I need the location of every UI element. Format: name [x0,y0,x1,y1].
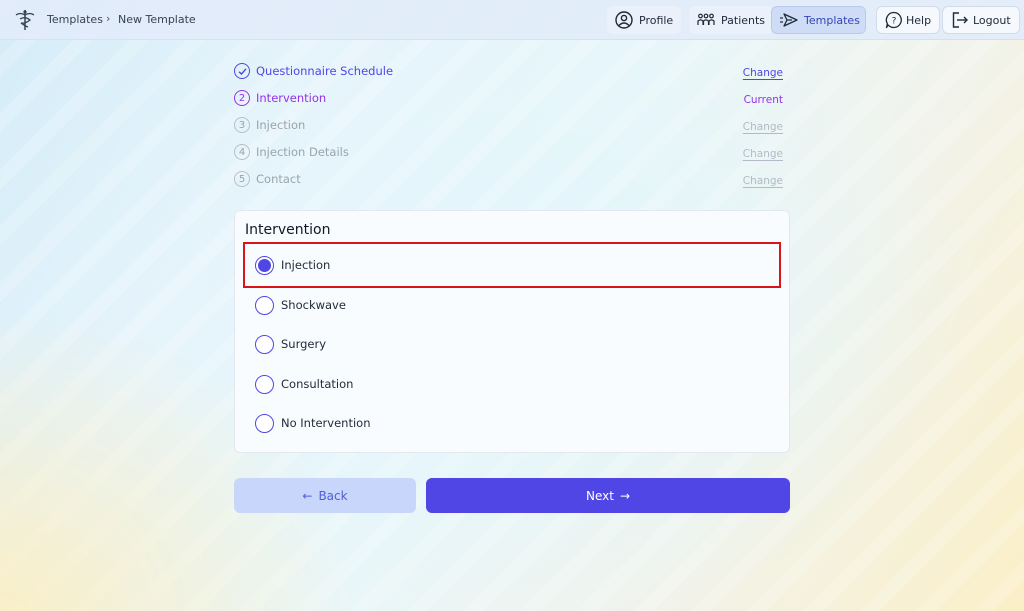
radio-button[interactable] [255,295,274,315]
option-label: No Intervention [281,416,371,430]
back-button[interactable]: ← Back [234,478,416,513]
radio-button[interactable] [255,334,274,354]
nav-patients-label: Patients [721,13,766,27]
step-injection-details: 4 Injection Details [234,143,349,161]
people-group-icon [697,13,715,25]
svg-text:?: ? [892,17,897,27]
back-button-label: Back [318,488,348,503]
step-intervention-status: Current [743,94,783,106]
radio-button[interactable] [255,374,274,394]
step-injection: 3 Injection [234,116,305,134]
step-contact: 5 Contact [234,170,301,188]
step-label: Intervention [256,91,327,105]
step-questionnaire-change-link[interactable]: Change [743,67,783,79]
nav-templates-label: Templates [804,13,860,27]
nav-profile-button[interactable]: Profile [607,6,682,34]
breadcrumb-templates[interactable]: Templates [47,13,103,26]
step-number: 4 [234,144,250,160]
step-label: Injection [256,118,306,132]
nav-logout-button[interactable]: Logout [942,6,1020,34]
next-button[interactable]: Next → [426,478,790,513]
intervention-card: Intervention Injection Shockwave Surgery… [234,210,790,453]
step-number: 2 [234,90,250,106]
arrow-left-icon: ← [302,488,313,503]
radio-button[interactable] [255,413,274,433]
breadcrumb-separator: › [106,12,111,25]
step-number: 5 [234,171,250,187]
step-contact-change-link: Change [742,175,783,187]
option-label: Surgery [281,337,327,351]
logout-icon [952,12,968,28]
top-navigation-bar: Templates › New Template Profile Patient… [0,0,1024,40]
check-icon [234,63,250,79]
card-title: Intervention [245,222,331,238]
radio-button-checked[interactable] [255,255,274,275]
step-label: Questionnaire Schedule [256,64,394,78]
help-bubble-icon: ? [885,11,902,29]
caduceus-logo-icon[interactable] [14,9,36,31]
option-label: Shockwave [281,298,346,312]
step-label: Contact [256,172,301,186]
option-no-intervention[interactable]: No Intervention [243,400,781,446]
nav-logout-label: Logout [973,13,1011,27]
step-number: 3 [234,117,250,133]
breadcrumb-new-template: New Template [118,13,196,26]
nav-templates-button[interactable]: Templates [771,6,866,34]
arrow-right-icon: → [619,488,631,503]
step-questionnaire-schedule: Questionnaire Schedule [234,62,393,80]
nav-help-label: Help [906,13,932,27]
send-plane-icon [780,13,798,27]
step-injection-change-link: Change [742,121,783,133]
next-button-label: Next [585,488,614,503]
nav-profile-label: Profile [639,13,674,27]
step-injection-details-change-link: Change [742,148,783,160]
nav-help-button[interactable]: ? Help [876,6,941,34]
nav-patients-button[interactable]: Patients [689,6,774,34]
option-label: Injection [281,258,331,272]
user-circle-icon [615,11,633,29]
step-label: Injection Details [256,145,349,159]
option-label: Consultation [281,377,354,391]
step-intervention: 2 Intervention [234,89,326,107]
